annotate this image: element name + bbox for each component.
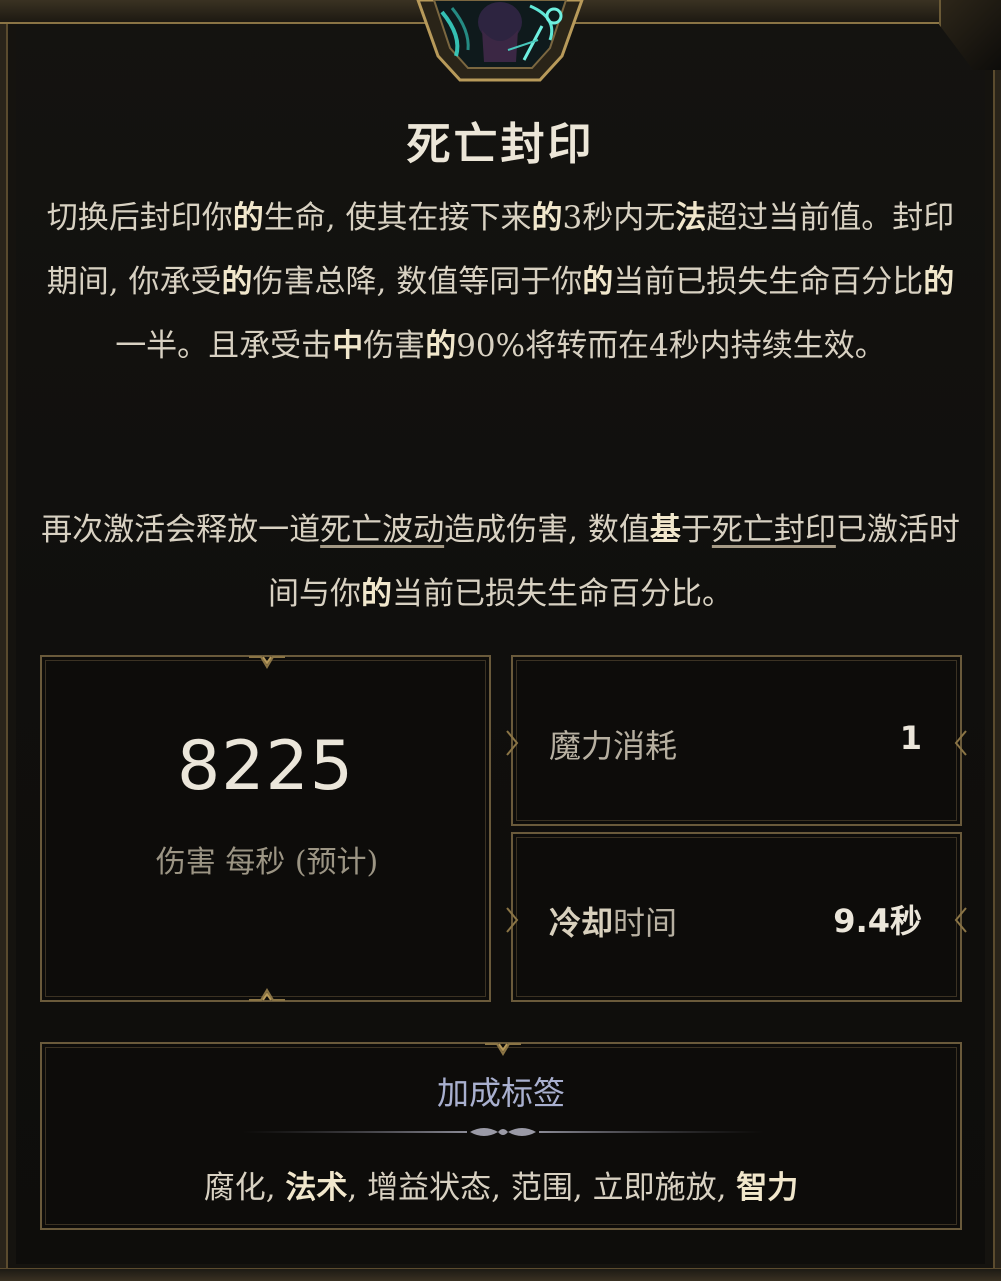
- cooldown-label-bold: 冷却: [549, 904, 614, 942]
- cooldown-value: 9.4秒: [833, 902, 922, 940]
- mana-cost-label: 魔力消耗: [549, 721, 677, 767]
- bonus-tag: 立即施放: [592, 1170, 717, 1206]
- tag-separator: ,: [491, 1170, 511, 1206]
- bonus-tags-panel: 加成标签 腐化, 法术, 增益状态, 范围, 立即施放, 智力: [40, 1042, 962, 1230]
- bonus-tag: 增益状态: [367, 1170, 492, 1206]
- ornament-right-icon: [954, 730, 967, 756]
- description-run: 切换后封印你: [46, 200, 233, 236]
- mana-cost-value: 1: [899, 719, 922, 757]
- description-run: 的: [232, 200, 264, 236]
- skill-title: 死亡封印: [406, 119, 595, 170]
- description-run: 基: [649, 512, 681, 548]
- description-run[interactable]: 死亡波动: [320, 512, 444, 548]
- ornament-right-icon: [954, 907, 967, 933]
- description-run: 的: [531, 200, 563, 236]
- mana-cost-label-text: 魔力消耗: [549, 727, 678, 765]
- skill-description-reactivate: 再次激活会释放一道死亡波动造成伤害, 数值基于死亡封印已激活时间与你的当前已损失…: [40, 498, 961, 626]
- death-seal-portrait-icon: [416, 0, 584, 82]
- description-run: 90%将转而在4秒内持续生效。: [456, 328, 886, 364]
- description-run: 当前已损失生命百分比: [613, 264, 924, 300]
- description-run: 当前已损失生命百分比。: [392, 576, 733, 612]
- tag-separator: ,: [347, 1170, 368, 1206]
- description-run: 的: [361, 576, 392, 612]
- bonus-tag: 智力: [736, 1170, 799, 1206]
- description-run: 的: [425, 328, 457, 364]
- bonus-tag: 腐化: [203, 1170, 266, 1206]
- tag-separator: ,: [716, 1170, 737, 1206]
- ornament-bottom-icon: [249, 988, 285, 1001]
- ornament-left-icon: [506, 730, 519, 756]
- ornament-top-icon: [249, 656, 285, 669]
- description-run: 伤害总降, 数值等同于你: [252, 264, 583, 300]
- bonus-tag: 范围: [510, 1170, 573, 1206]
- ornament-left-icon: [506, 907, 519, 933]
- description-run: 法: [675, 200, 707, 236]
- description-run: 的: [923, 264, 955, 300]
- description-run: 的: [221, 264, 253, 300]
- damage-panel: 8225 伤害 每秒 (预计): [40, 655, 491, 1002]
- bonus-tags-list: 腐化, 法术, 增益状态, 范围, 立即施放, 智力: [42, 1162, 960, 1207]
- description-run: 一半。且承受击: [115, 328, 333, 364]
- skill-description-effect: 切换后封印你的生命, 使其在接下来的3秒内无法超过当前值。封印期间, 你承受的伤…: [40, 186, 961, 378]
- description-run: 的: [582, 264, 614, 300]
- damage-per-second-value: 8225: [176, 727, 355, 806]
- cooldown-label: 冷却时间: [549, 898, 677, 944]
- cooldown-label-text: 时间: [613, 904, 678, 942]
- description-run: 生命, 使其在接下来: [263, 200, 532, 236]
- damage-per-second-label: 伤害 每秒 (预计): [155, 845, 379, 880]
- description-run[interactable]: 死亡封印: [712, 512, 836, 548]
- description-run: 伤害: [363, 328, 426, 364]
- bonus-tags-title: 加成标签: [436, 1074, 565, 1112]
- tag-separator: ,: [265, 1170, 286, 1206]
- mana-cost-panel: 魔力消耗 1: [506, 655, 967, 826]
- description-run: 再次激活会释放一道: [41, 512, 321, 548]
- cooldown-panel: 冷却时间 9.4秒: [506, 832, 967, 1002]
- frame-bottom-border: [0, 1268, 1001, 1281]
- bonus-tag: 法术: [285, 1170, 348, 1206]
- description-run: 中: [332, 328, 364, 364]
- description-run: 造成伤害, 数值: [444, 512, 650, 548]
- tag-separator: ,: [572, 1170, 593, 1206]
- ornament-top-icon: [485, 1043, 521, 1056]
- description-run: 3秒内无: [562, 200, 676, 236]
- description-run: 于: [680, 512, 712, 548]
- ornamental-divider-icon: [242, 1128, 764, 1136]
